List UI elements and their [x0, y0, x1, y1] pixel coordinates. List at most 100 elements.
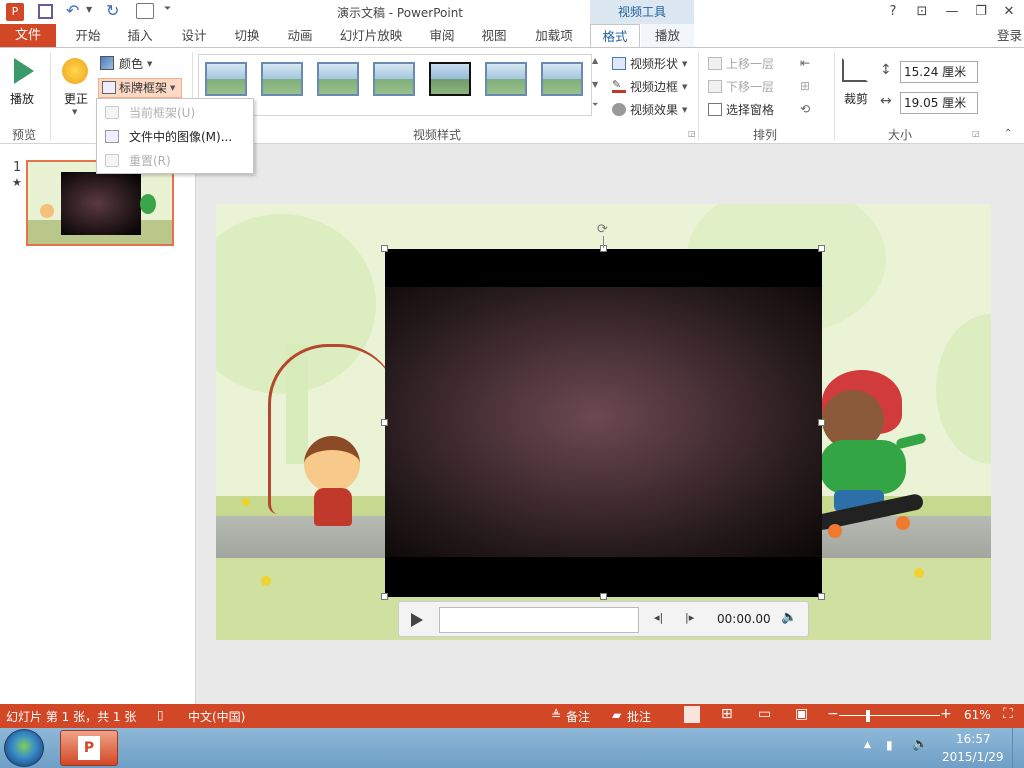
reading-view-icon[interactable]: ▭ [758, 706, 771, 722]
color-button[interactable]: 颜色 [119, 54, 143, 74]
video-style-thumb-6[interactable] [485, 62, 527, 96]
step-back-icon[interactable]: ◂| [654, 611, 663, 624]
correct-button-label[interactable]: 更正 [64, 90, 88, 107]
tab-addins[interactable]: 加载项 [526, 24, 582, 48]
ribbon-display-options-icon[interactable]: ⊡ [911, 2, 933, 22]
collapse-ribbon-icon[interactable]: ⌃ [1004, 128, 1012, 139]
tab-format[interactable]: 格式 [590, 24, 640, 48]
video-style-thumb-4[interactable] [373, 62, 415, 96]
poster-frame-icon[interactable] [102, 81, 116, 94]
correct-icon[interactable] [62, 58, 88, 84]
progress-track[interactable] [439, 607, 639, 633]
undo-icon[interactable]: ↶ [66, 1, 79, 20]
height-input[interactable]: 15.24 厘米 [900, 61, 978, 83]
slideshow-icon[interactable]: ▣ [795, 706, 808, 722]
sign-in-link[interactable]: 登录 [997, 24, 1022, 48]
dialog-launcher-icon[interactable]: ◲ [972, 129, 980, 138]
video-style-thumb-7[interactable] [541, 62, 583, 96]
video-style-thumb-2[interactable] [261, 62, 303, 96]
tab-animations[interactable]: 动画 [278, 24, 322, 48]
crop-icon[interactable] [842, 58, 868, 82]
width-input[interactable]: 19.05 厘米 [900, 92, 978, 114]
resize-handle[interactable] [818, 419, 825, 426]
clock-time[interactable]: 16:57 [956, 732, 991, 746]
notes-icon[interactable]: ≜ [551, 708, 561, 722]
color-icon[interactable] [100, 56, 114, 70]
zoom-in-icon[interactable]: + [940, 706, 952, 722]
slide-sorter-icon[interactable]: ⊞ [721, 706, 733, 722]
show-desktop-button[interactable] [1012, 728, 1024, 768]
show-hidden-icons-icon[interactable]: ▲ [864, 740, 871, 750]
align-icon[interactable]: ⇤ [800, 56, 810, 70]
help-icon[interactable]: ? [882, 2, 904, 22]
volume-icon[interactable]: 🔈 [781, 610, 797, 625]
tab-design[interactable]: 设计 [172, 24, 216, 48]
play-icon[interactable] [411, 613, 423, 627]
gallery-more-icon[interactable]: ⏷ [592, 100, 598, 110]
tab-review[interactable]: 审阅 [420, 24, 464, 48]
play-icon[interactable] [14, 58, 34, 84]
video-object[interactable] [381, 245, 825, 600]
zoom-out-icon[interactable]: − [827, 706, 839, 722]
zoom-level[interactable]: 61% [964, 708, 991, 722]
redo-icon[interactable]: ↻ [106, 1, 119, 20]
notes-button[interactable]: 备注 [566, 708, 590, 725]
selection-pane-button[interactable]: 选择窗格 [726, 100, 774, 120]
poster-frame-button[interactable]: 标牌框架 [119, 78, 167, 98]
resize-handle[interactable] [381, 245, 388, 252]
video-style-thumb-3[interactable] [317, 62, 359, 96]
tab-slideshow[interactable]: 幻灯片放映 [334, 24, 408, 48]
video-border-icon[interactable]: ✎ [612, 79, 626, 93]
tab-playback[interactable]: 播放 [641, 24, 694, 48]
resize-handle[interactable] [381, 419, 388, 426]
comments-button[interactable]: 批注 [627, 708, 651, 725]
chevron-down-icon[interactable]: ▼ [682, 106, 687, 114]
chevron-down-icon[interactable]: ▼ [682, 83, 687, 91]
ppt-logo-icon[interactable]: P [6, 3, 24, 21]
video-style-thumb-5[interactable] [429, 62, 471, 96]
chevron-down-icon[interactable]: ▼ [72, 108, 77, 116]
network-icon[interactable]: ▮ [886, 738, 893, 752]
zoom-slider-thumb[interactable] [866, 710, 870, 722]
normal-view-icon[interactable] [684, 706, 700, 723]
video-effects-icon[interactable] [612, 103, 626, 116]
video-effects-button[interactable]: 视频效果 [630, 100, 678, 120]
maximize-icon[interactable]: ❐ [970, 2, 992, 22]
language[interactable]: 中文(中国) [188, 708, 245, 725]
resize-handle[interactable] [600, 593, 607, 600]
tab-view[interactable]: 视图 [472, 24, 516, 48]
step-forward-icon[interactable]: |▸ [685, 611, 694, 624]
start-from-beginning-icon[interactable] [136, 3, 154, 19]
tab-transitions[interactable]: 切换 [225, 24, 269, 48]
close-icon[interactable]: ✕ [998, 2, 1020, 22]
rotate-icon[interactable]: ⟲ [800, 102, 810, 116]
customize-icon[interactable]: ⏷ [164, 4, 171, 14]
resize-handle[interactable] [381, 593, 388, 600]
tab-insert[interactable]: 插入 [118, 24, 162, 48]
comments-icon[interactable]: ▰ [612, 708, 621, 722]
play-button-label[interactable]: 播放 [10, 90, 34, 107]
chevron-down-icon[interactable]: ▼ [147, 60, 152, 68]
crop-button-label[interactable]: 裁剪 [844, 90, 868, 107]
resize-handle[interactable] [818, 245, 825, 252]
selection-pane-icon[interactable] [708, 103, 722, 116]
volume-tray-icon[interactable]: 🔈 [912, 737, 928, 752]
minimize-icon[interactable]: — [941, 2, 963, 22]
chevron-down-icon[interactable]: ▼ [682, 60, 687, 68]
tab-file[interactable]: 文件 [0, 24, 56, 48]
chevron-down-icon[interactable]: ▼ [170, 84, 175, 92]
video-style-thumb-1[interactable] [205, 62, 247, 96]
tab-home[interactable]: 开始 [66, 24, 110, 48]
resize-handle[interactable] [818, 593, 825, 600]
menu-item-image-from-file[interactable]: 文件中的图像(M)... [97, 125, 253, 149]
gallery-scroll-up-icon[interactable]: ▲ [592, 56, 598, 65]
clock-date[interactable]: 2015/1/29 [942, 750, 1004, 764]
rotate-handle-icon[interactable]: ⟳ [597, 222, 608, 237]
video-border-button[interactable]: 视频边框 [630, 77, 678, 97]
undo-dropdown-icon[interactable]: ▼ [86, 5, 92, 14]
video-shape-button[interactable]: 视频形状 [630, 54, 678, 74]
fit-to-window-icon[interactable]: ⛶ [1003, 706, 1013, 722]
gallery-scroll-down-icon[interactable]: ▼ [592, 80, 598, 89]
start-button-icon[interactable] [4, 729, 44, 767]
zoom-slider-track[interactable] [839, 715, 940, 716]
